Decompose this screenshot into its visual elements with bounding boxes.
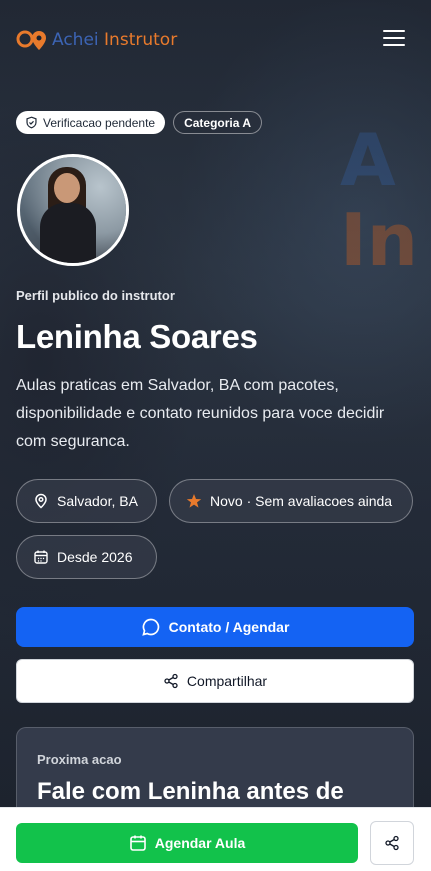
verification-badge: Verificacao pendente (16, 111, 166, 134)
top-bar: Achei Instrutor (0, 0, 431, 80)
rating-chip: Novo · Sem avaliacoes ainda (169, 479, 413, 523)
next-action-title: Fale com Leninha antes de (37, 778, 344, 805)
city-chip: Salvador, BA (16, 479, 157, 523)
share-button[interactable]: Compartilhar (16, 659, 414, 703)
brand-name-part2: Instrutor (104, 30, 178, 50)
rating-label: Novo · Sem avaliacoes ainda (210, 493, 393, 509)
share-button-label: Compartilhar (186, 673, 268, 689)
category-label: Categoria A (184, 115, 251, 130)
status-badges: Verificacao pendente Categoria A (16, 111, 262, 134)
share-icon (385, 835, 399, 851)
calendar-icon (34, 550, 48, 564)
contact-button-label: Contato / Agendar (168, 619, 290, 635)
logo-pin-icon (16, 30, 46, 50)
brand-logo[interactable]: Achei Instrutor (16, 28, 177, 52)
since-label: Desde 2026 (57, 549, 133, 565)
profile-eyebrow: Perfil publico do instrutor (16, 288, 175, 303)
avatar (17, 154, 129, 266)
brand-name-part1: Achei (52, 30, 99, 50)
since-chip: Desde 2026 (16, 535, 157, 579)
instructor-name: Leninha Soares (16, 318, 258, 355)
verification-label: Verificacao pendente (43, 115, 156, 130)
category-badge: Categoria A (173, 111, 262, 134)
chat-icon (141, 618, 159, 636)
schedule-button[interactable]: Agendar Aula (16, 823, 358, 863)
menu-icon[interactable] (383, 30, 405, 50)
brand-name: Achei Instrutor (52, 30, 177, 50)
shield-icon (26, 116, 37, 129)
schedule-button-label: Agendar Aula (154, 835, 246, 851)
contact-button[interactable]: Contato / Agendar (16, 607, 414, 647)
instructor-description: Aulas praticas em Salvador, BA com pacot… (16, 377, 385, 450)
bottom-action-bar: Agendar Aula (0, 807, 431, 871)
calendar-icon (129, 835, 146, 851)
star-icon (186, 494, 202, 508)
next-action-label: Proxima acao (37, 752, 122, 767)
city-label: Salvador, BA (57, 493, 138, 509)
map-pin-icon (35, 493, 47, 509)
share-icon-button[interactable] (370, 821, 414, 865)
share-icon (164, 673, 178, 689)
